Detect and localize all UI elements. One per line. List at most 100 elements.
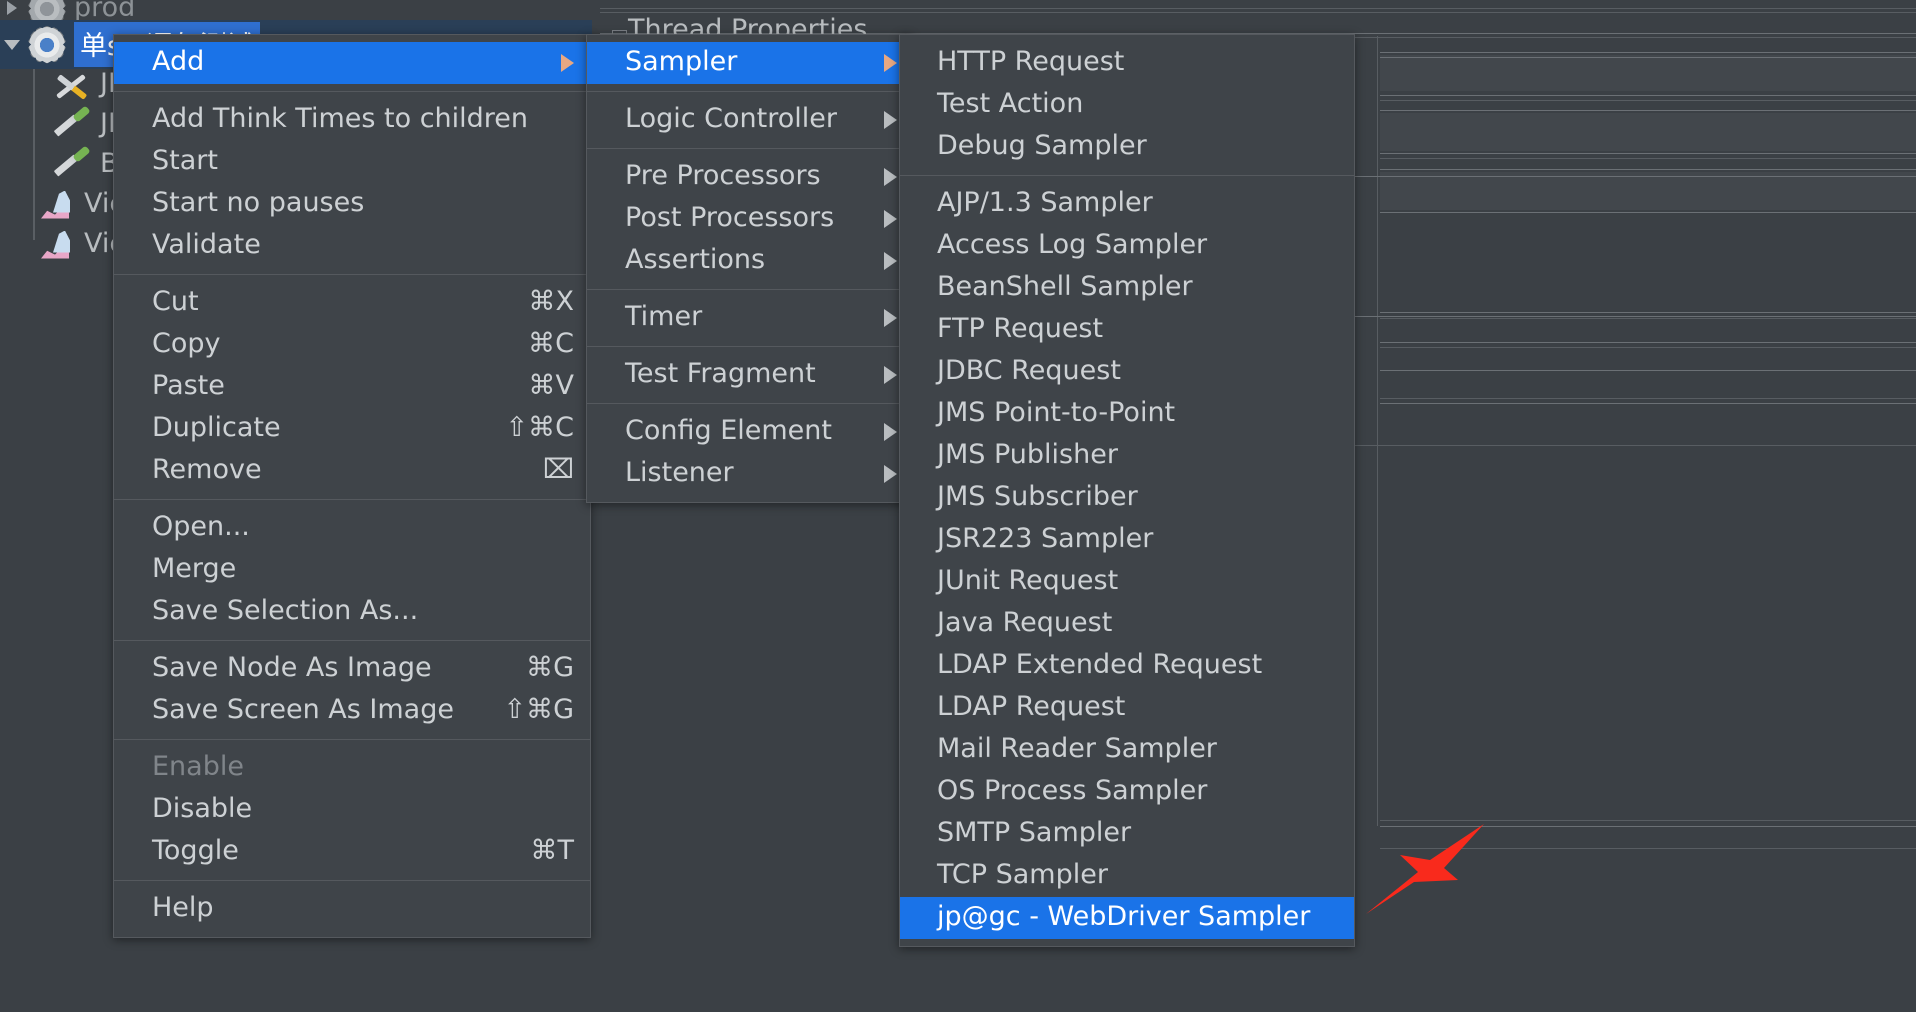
menu-item-label: Access Log Sampler xyxy=(937,229,1338,264)
menu-item-paste[interactable]: Paste⌘V xyxy=(114,366,590,408)
form-rule xyxy=(1380,57,1916,58)
menu-item-merge[interactable]: Merge xyxy=(114,549,590,591)
menu-item-label: Add Think Times to children xyxy=(152,103,574,138)
menu-item-label: TCP Sampler xyxy=(937,859,1338,894)
form-rule xyxy=(600,12,1916,13)
sampler-item-smtp-sampler[interactable]: SMTP Sampler xyxy=(900,813,1354,855)
menu-item-label: Logic Controller xyxy=(625,103,862,138)
menu-item-label: SMTP Sampler xyxy=(937,817,1338,852)
menu-item-validate[interactable]: Validate xyxy=(114,225,590,267)
sampler-item-ftp-request[interactable]: FTP Request xyxy=(900,309,1354,351)
add-item-separator xyxy=(587,403,911,404)
menu-item-disable[interactable]: Disable xyxy=(114,789,590,831)
menu-item-label: jp@gc - WebDriver Sampler xyxy=(937,901,1338,936)
add-item-assertions[interactable]: Assertions xyxy=(587,240,911,282)
add-item-logic-controller[interactable]: Logic Controller xyxy=(587,99,911,141)
menu-item-copy[interactable]: Copy⌘C xyxy=(114,324,590,366)
menu-item-label: Save Node As Image xyxy=(152,652,496,687)
menu-item-save-selection-as[interactable]: Save Selection As... xyxy=(114,591,590,633)
sampler-item-ajp-1-3-sampler[interactable]: AJP/1.3 Sampler xyxy=(900,183,1354,225)
menu-item-shortcut: ⌘C xyxy=(498,328,574,363)
menu-item-start[interactable]: Start xyxy=(114,141,590,183)
add-item-config-element[interactable]: Config Element xyxy=(587,411,911,453)
menu-item-duplicate[interactable]: Duplicate⇧⌘C xyxy=(114,408,590,450)
sampler-item-jp-gc-webdriver-sampler[interactable]: jp@gc - WebDriver Sampler xyxy=(900,897,1354,939)
menu-item-label: JSR223 Sampler xyxy=(937,523,1338,558)
menu-item-separator xyxy=(114,274,590,275)
form-field-band xyxy=(1380,55,1916,91)
sampler-item-mail-reader-sampler[interactable]: Mail Reader Sampler xyxy=(900,729,1354,771)
menu-item-open[interactable]: Open... xyxy=(114,507,590,549)
add-item-post-processors[interactable]: Post Processors xyxy=(587,198,911,240)
menu-item-label: Merge xyxy=(152,553,574,588)
menu-item-label: Remove xyxy=(152,454,513,489)
submenu-arrow-icon xyxy=(884,465,897,483)
sampler-item-test-action[interactable]: Test Action xyxy=(900,84,1354,126)
submenu-arrow-icon xyxy=(884,423,897,441)
form-rule xyxy=(1380,318,1916,319)
add-item-pre-processors[interactable]: Pre Processors xyxy=(587,156,911,198)
menu-item-shortcut: ⌘X xyxy=(499,286,575,321)
sampler-item-jms-point-to-point[interactable]: JMS Point-to-Point xyxy=(900,393,1354,435)
sampler-item-os-process-sampler[interactable]: OS Process Sampler xyxy=(900,771,1354,813)
form-rule xyxy=(1380,169,1916,170)
sampler-item-junit-request[interactable]: JUnit Request xyxy=(900,561,1354,603)
add-item-test-fragment[interactable]: Test Fragment xyxy=(587,354,911,396)
menu-item-toggle[interactable]: Toggle⌘T xyxy=(114,831,590,873)
sampler-item-jsr223-sampler[interactable]: JSR223 Sampler xyxy=(900,519,1354,561)
menu-item-label: Enable xyxy=(152,751,574,786)
tree-spacer xyxy=(10,232,36,258)
add-item-listener[interactable]: Listener xyxy=(587,453,911,495)
sampler-item-jdbc-request[interactable]: JDBC Request xyxy=(900,351,1354,393)
submenu-arrow-icon xyxy=(561,54,574,72)
menu-item-save-node-as-image[interactable]: Save Node As Image⌘G xyxy=(114,648,590,690)
submenu-arrow-icon xyxy=(884,210,897,228)
menu-item-label: OS Process Sampler xyxy=(937,775,1338,810)
sampler-item-ldap-request[interactable]: LDAP Request xyxy=(900,687,1354,729)
menu-item-add[interactable]: Add xyxy=(114,42,590,84)
sampler-item-debug-sampler[interactable]: Debug Sampler xyxy=(900,126,1354,168)
menu-item-label: Mail Reader Sampler xyxy=(937,733,1338,768)
chevron-down-icon[interactable] xyxy=(0,32,26,58)
add-submenu[interactable]: Sampler Logic Controller Pre ProcessorsPos… xyxy=(586,34,912,503)
menu-item-label: Test Action xyxy=(937,88,1338,123)
submenu-arrow-icon xyxy=(884,54,897,72)
menu-item-label: Help xyxy=(152,892,574,927)
menu-item-label: JDBC Request xyxy=(937,355,1338,390)
sampler-item-beanshell-sampler[interactable]: BeanShell Sampler xyxy=(900,267,1354,309)
menu-item-help[interactable]: Help xyxy=(114,888,590,930)
form-rule xyxy=(1380,347,1916,348)
tree-spacer xyxy=(26,152,52,178)
menu-item-save-screen-as-image[interactable]: Save Screen As Image⇧⌘G xyxy=(114,690,590,732)
tree-spacer xyxy=(26,112,52,138)
submenu-arrow-icon xyxy=(884,168,897,186)
menu-item-label: Start no pauses xyxy=(152,187,574,222)
menu-item-label: Add xyxy=(152,46,539,81)
sampler-submenu[interactable]: HTTP Request Test ActionDebug Sampler AJP/… xyxy=(899,34,1355,947)
menu-item-label: Timer xyxy=(625,301,862,336)
menu-item-label: Open... xyxy=(152,511,574,546)
sampler-item-jms-publisher[interactable]: JMS Publisher xyxy=(900,435,1354,477)
menu-item-label: JUnit Request xyxy=(937,565,1338,600)
form-rule xyxy=(600,8,1916,9)
menu-item-add-think-times-to-children[interactable]: Add Think Times to children xyxy=(114,99,590,141)
menu-item-start-no-pauses[interactable]: Start no pauses xyxy=(114,183,590,225)
menu-item-cut[interactable]: Cut⌘X xyxy=(114,282,590,324)
sampler-item-ldap-extended-request[interactable]: LDAP Extended Request xyxy=(900,645,1354,687)
menu-item-separator xyxy=(114,739,590,740)
node-context-menu[interactable]: Add Add Think Times to childrenStart Start… xyxy=(113,34,591,938)
add-item-sampler[interactable]: Sampler xyxy=(587,42,911,84)
menu-item-shortcut: ⌘G xyxy=(496,652,574,687)
sampler-item-http-request[interactable]: HTTP Request xyxy=(900,42,1354,84)
sampler-item-jms-subscriber[interactable]: JMS Subscriber xyxy=(900,477,1354,519)
sampler-item-access-log-sampler[interactable]: Access Log Sampler xyxy=(900,225,1354,267)
menu-item-shortcut: ⇧⌘C xyxy=(476,412,574,447)
add-item-timer[interactable]: Timer xyxy=(587,297,911,339)
menu-item-label: Test Fragment xyxy=(625,358,862,393)
sampler-item-java-request[interactable]: Java Request xyxy=(900,603,1354,645)
menu-item-label: Disable xyxy=(152,793,574,828)
menu-item-remove[interactable]: Remove⌧ xyxy=(114,450,590,492)
sampler-item-tcp-sampler[interactable]: TCP Sampler xyxy=(900,855,1354,897)
add-item-separator xyxy=(587,346,911,347)
chevron-right-icon[interactable] xyxy=(0,0,26,22)
